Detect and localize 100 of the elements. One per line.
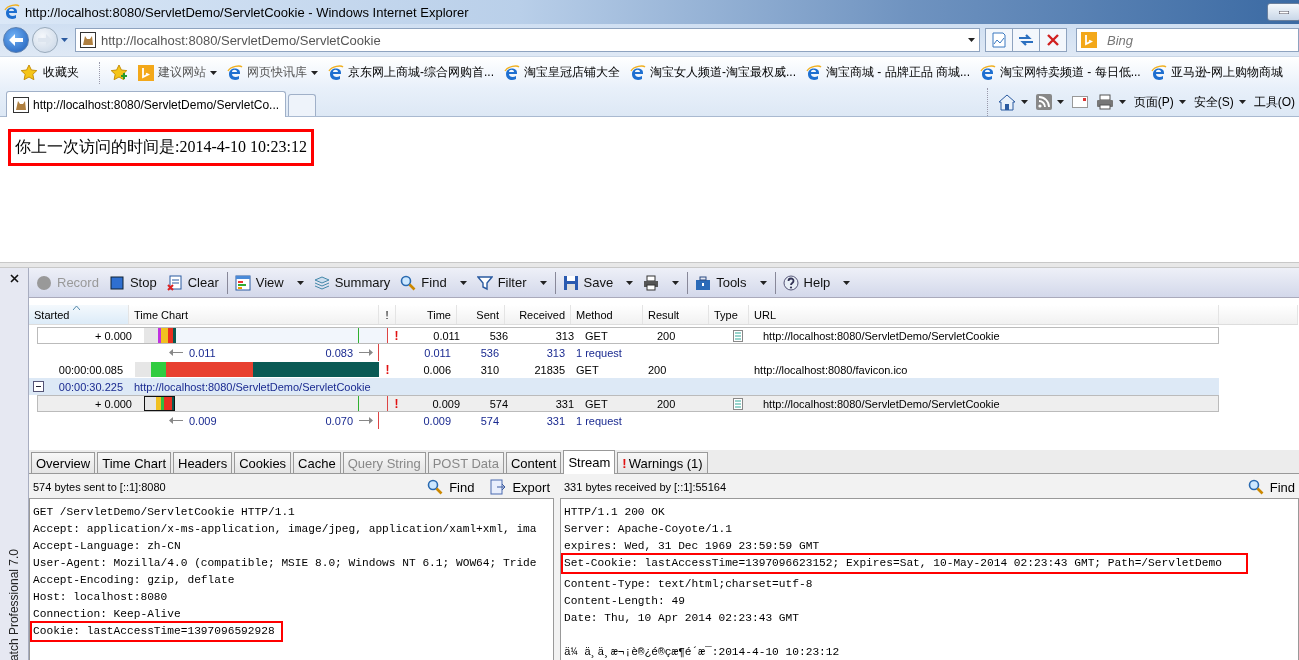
print-button[interactable] [1095,94,1126,110]
toolbar-button[interactable]: Stop [103,271,162,294]
home-button[interactable] [997,93,1028,111]
favorites-menu[interactable]: 网页快讯库 [227,64,318,81]
favorites-menu[interactable]: 建议网站 [138,64,217,81]
request-row[interactable]: 00:00:00.085 ! 0.006 310 21835 GET 200 http://localhost:8080/favicon.ico [29,361,1219,378]
detail-tab[interactable]: !Warnings (1) [617,452,708,473]
favorites-link[interactable]: 淘宝网特卖频道 - 每日低... [980,64,1141,81]
favorites-link[interactable]: 京东网上商城-综合网购首... [328,64,494,81]
browser-tab[interactable]: http://localhost:8080/ServletDemo/ServletCo... [6,91,287,117]
back-button[interactable] [3,27,29,53]
favorites-link[interactable]: 淘宝皇冠店铺大全 [504,64,620,81]
favorites-link[interactable]: 亚马逊-网上购物商城 [1150,64,1283,81]
detail-tab[interactable]: Time Chart [97,452,171,473]
bing-logo-icon [138,64,154,81]
column-header[interactable]: Time [396,305,457,324]
address-field[interactable]: http://localhost:8080/ServletDemo/ServletCookie [101,32,963,48]
byte-summary: 331 bytes received by [::1]:55164 [564,481,727,493]
table-cell-text: GET [584,396,609,411]
detail-tab[interactable]: Cache [293,452,341,473]
table-cell-text: 313 [545,345,566,361]
column-header[interactable]: Started [29,305,129,324]
toolbar-button[interactable]: Filter [471,271,552,294]
caret-icon [61,38,68,42]
arrow-left-icon [9,34,23,46]
toolbar-button[interactable]: Clear [161,271,224,294]
table-cell-text: 313 [554,328,575,343]
ie-logo-icon [504,64,520,81]
table-cell-text: 574 [488,396,509,411]
funnel-icon [476,274,493,291]
column-header[interactable]: URL [749,305,1219,324]
search-icon [1247,479,1264,495]
caret-icon [1020,100,1028,104]
minimize-button[interactable] [1267,3,1299,21]
favorites-link[interactable]: 淘宝商城 - 品牌正品 商城... [806,64,970,81]
request-row[interactable]: + 0.000 ! 0.009 574 331 GET 200 http://localhost:8080/ServletDemo/ServletCookie [37,395,1219,412]
caret-icon [626,280,634,285]
mail-button[interactable] [1071,96,1088,108]
toolbar-button[interactable]: Tools [687,271,772,294]
column-header[interactable]: Method [571,305,643,324]
command-menu[interactable]: 工具(O) [1253,93,1299,111]
toolbar-button[interactable]: Help [774,271,856,294]
feed-icon [1035,94,1052,110]
toolbar-button[interactable]: Find [395,271,472,294]
search-field[interactable]: Bing [1105,31,1294,49]
column-header[interactable]: Time Chart [129,305,379,324]
window-icon [234,274,251,291]
command-menu[interactable]: 页面(P) [1133,93,1186,111]
ie-logo-icon [4,4,20,20]
detail-tab[interactable]: Headers [173,452,233,473]
close-icon[interactable] [9,274,19,283]
toolbar-button[interactable]: View [226,271,309,294]
toolbar-button[interactable]: Save [554,271,639,294]
command-menu[interactable]: 安全(S) [1193,93,1246,111]
close-icon [1047,34,1059,46]
pane-action-button[interactable]: Export [490,479,550,495]
refresh-button[interactable] [1012,28,1040,52]
broken-page-icon [991,32,1007,48]
page-group-row[interactable]: 00:00:30.225 http://localhost:8080/ServletDemo/ServletCookie [29,378,1219,395]
favorites-button[interactable]: 收藏夹 [16,61,83,84]
pane-action-button[interactable]: Find [1247,479,1295,495]
table-cell-text: http://localhost:8080/favicon.ico [753,362,909,378]
detail-tab[interactable]: Content [505,452,562,473]
collapse-icon[interactable] [33,381,44,392]
stream-line: Accept-Language: zh-CN [32,539,182,553]
table-cell-text: http://localhost:8080/ServletDemo/ServletCookie [133,379,372,395]
column-header[interactable]: Result [643,305,709,324]
toolbar-button[interactable]: Summary [308,271,396,294]
favorites-link[interactable]: 淘宝女人频道-淘宝最权威... [630,64,796,81]
column-header[interactable]: Sent [457,305,505,324]
table-cell-text: 00:00:00.085 [57,362,124,378]
bing-logo-icon [1081,32,1097,48]
detail-tab[interactable]: Overview [31,452,96,473]
detail-tab[interactable]: Stream [563,450,616,474]
caret-icon [459,280,467,285]
table-cell-text: 1 request [575,345,623,361]
detail-tab[interactable]: Cookies [234,452,292,473]
search-box[interactable]: Bing [1076,28,1299,52]
column-header[interactable]: ! [379,305,396,324]
ie-logo-icon [806,64,822,81]
caret-icon [1178,100,1186,104]
table-cell-text: GET [575,362,600,378]
table-cell-text: 536 [488,328,509,343]
caret-icon [968,38,975,42]
table-cell-text: 331 [554,396,575,411]
circle-icon [36,274,52,291]
feeds-button[interactable] [1035,94,1064,110]
caret-icon [311,70,318,75]
compatibility-button[interactable] [985,28,1013,52]
caret-icon [539,280,547,285]
column-header[interactable]: Type [709,305,749,324]
column-header[interactable]: Received [505,305,571,324]
request-row[interactable]: + 0.000 ! 0.011 536 313 GET 200 http://localhost:8080/ServletDemo/ServletCookie [37,327,1219,344]
ie-logo-icon [328,64,344,81]
address-bar[interactable]: http://localhost:8080/ServletDemo/ServletCookie [75,28,980,52]
layers-icon [313,274,330,291]
pane-action-button[interactable]: Find [427,479,475,495]
stream-line: Content-Length: 49 [563,594,686,608]
stop-button[interactable] [1039,28,1067,52]
table-cell-text: 0.006 [422,362,452,378]
